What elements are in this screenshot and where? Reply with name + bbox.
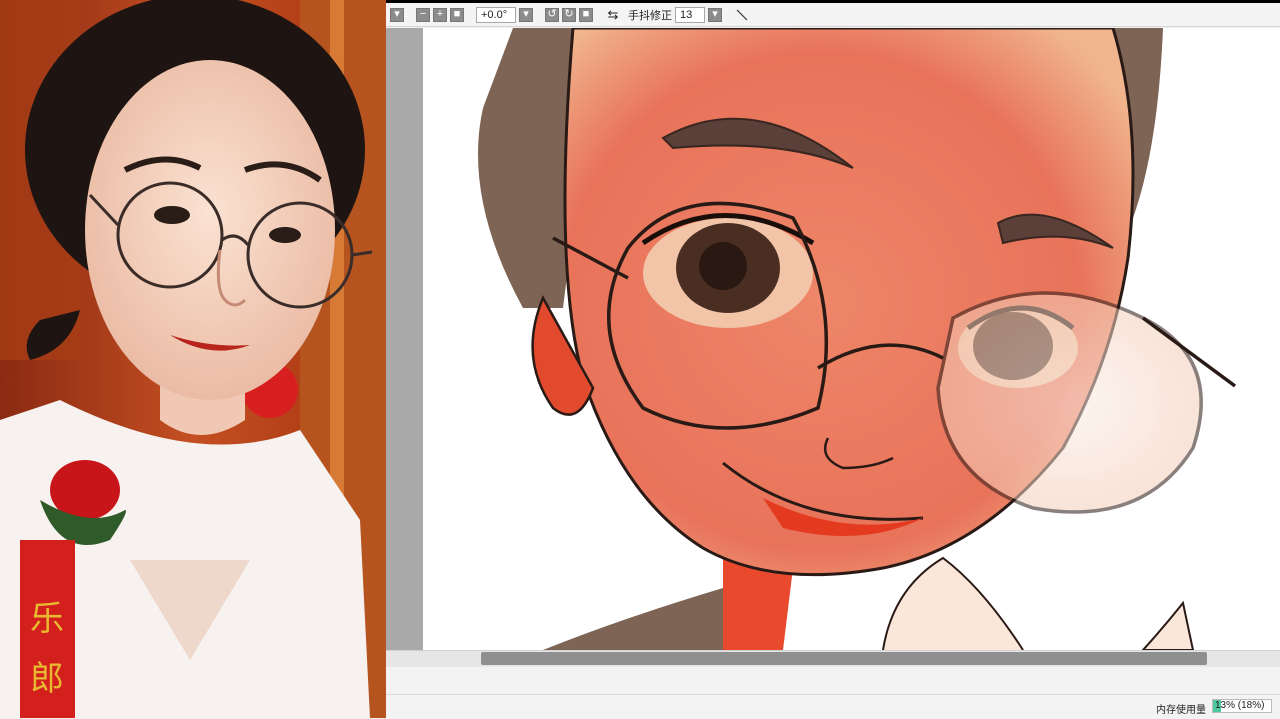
horizontal-scrollbar[interactable] [386,650,1280,667]
memory-usage-label: 内存使用量 [1156,705,1206,716]
plus-icon: + [436,8,444,20]
zoom-reset-button[interactable]: ■ [450,7,464,22]
paint-application: ▾ − + ■ +0.0° ▾ ↺ ↻ ■ ⇆ 手抖修正 13 ▾ 内存使用量 … [386,0,1280,719]
rotate-right-button[interactable]: ↻ [562,7,576,22]
svg-text:郎: 郎 [30,660,64,698]
dropdown-toggle-button[interactable]: ▾ [390,7,404,22]
status-bar: 内存使用量 13% (18%) [386,694,1280,719]
zoom-out-button[interactable]: − [416,7,430,22]
square-icon: ■ [582,8,590,20]
svg-text:乐: 乐 [30,601,64,638]
rotation-value: +0.0° [481,8,508,21]
drawing-canvas-area[interactable] [386,28,1280,650]
zoom-in-button[interactable]: + [433,7,447,22]
rotate-reset-button[interactable]: ■ [579,7,593,22]
navigator-toolbar: ▾ − + ■ +0.0° ▾ ↺ ↻ ■ ⇆ 手抖修正 13 ▾ [386,3,1280,27]
flip-horizontal-icon: ⇆ [607,6,619,22]
reference-photo: 乐 郎 [0,0,386,718]
rotation-dropdown-button[interactable]: ▾ [519,7,533,22]
canvas-gutter [386,28,423,650]
stabilizer-value: 13 [680,8,693,21]
artwork-canvas[interactable] [423,28,1280,650]
flip-horizontal-button[interactable]: ⇆ [605,7,621,23]
chevron-down-icon: ▾ [523,8,529,20]
horizontal-scroll-thumb[interactable] [481,652,1207,665]
stabilizer-input[interactable]: 13 [675,6,705,23]
chevron-down-icon: ▾ [712,8,718,20]
stabilizer-label: 手抖修正 [628,9,672,22]
memory-usage-value: 13% (18%) [1215,700,1265,711]
rotation-input[interactable]: +0.0° [476,6,516,23]
memory-usage-meter: 13% (18%) [1212,699,1272,713]
pressure-curve-button[interactable] [734,7,750,23]
minus-icon: − [419,8,427,20]
rotate-left-button[interactable]: ↺ [545,7,559,22]
stabilizer-dropdown-button[interactable]: ▾ [708,7,722,22]
rotate-right-icon: ↻ [564,8,574,20]
diagonal-line-icon [736,9,748,20]
rotate-left-icon: ↺ [547,8,557,20]
square-icon: ■ [453,8,461,20]
